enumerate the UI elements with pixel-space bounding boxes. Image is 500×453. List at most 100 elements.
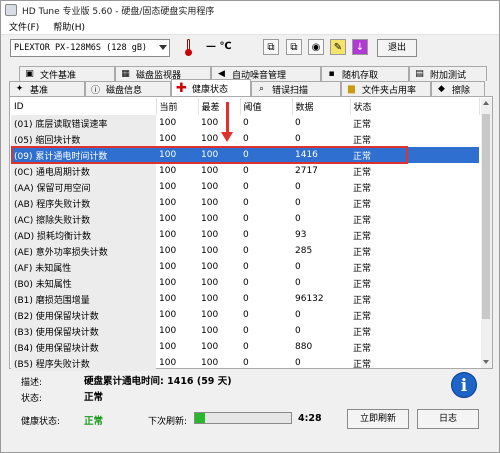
tab-erase[interactable]: ◆ 擦除 (431, 81, 485, 96)
table-header: ID 当前 最差 阈值 数据 状态 (11, 98, 480, 115)
health-status-value: 正常 (84, 416, 104, 427)
table-row[interactable]: (AA) 保留可用空间 100 100 0 0 正常 (11, 179, 479, 195)
tab-health[interactable]: ✚ 健康状态 (171, 79, 251, 96)
table-scrollbar[interactable] (481, 98, 492, 368)
tab-error-scan[interactable]: ⌕ 错误扫描 (251, 81, 341, 96)
table-cell: 0 (295, 198, 301, 208)
window-title: HD Tune 专业版 5.60 - 硬盘/固态硬盘实用程序 (22, 6, 215, 17)
table-cell: 100 (159, 326, 177, 336)
annotation-highlight-box (11, 146, 408, 164)
table-row[interactable]: (B3) 使用保留块计数 100 100 0 0 正常 (11, 323, 479, 339)
temperature-readout: — ℃ (206, 41, 232, 52)
table-cell: (B5) 程序失败计数 (11, 355, 156, 371)
table-cell: 0 (243, 310, 249, 320)
options-icon[interactable]: ✎ (330, 39, 346, 55)
copy-icon[interactable]: ⧉ (263, 39, 279, 55)
table-cell: 0 (243, 134, 249, 144)
table-row[interactable]: (AE) 意外功率损失计数 100 100 0 285 正常 (11, 243, 479, 259)
table-cell: (AA) 保留可用空间 (11, 179, 156, 195)
column-header[interactable]: ID (11, 98, 157, 115)
table-row[interactable]: (B1) 磨损范围增量 100 100 0 96132 正常 (11, 291, 479, 307)
menu-file[interactable]: 文件(F) (9, 20, 39, 33)
tab-random-access[interactable]: ▪ 随机存取 (321, 66, 409, 81)
table-cell: 0 (243, 166, 249, 176)
table-cell: 正常 (353, 183, 372, 194)
table-cell: 100 (159, 342, 177, 352)
table-row[interactable]: (B0) 未知属性 100 100 0 0 正常 (11, 275, 479, 291)
table-row[interactable]: (B5) 程序失败计数 100 100 0 0 正常 (11, 355, 479, 371)
column-header[interactable]: 状态 (350, 98, 480, 115)
table-cell: (B4) 使用保留块计数 (11, 339, 156, 355)
table-cell: 正常 (353, 327, 372, 338)
info-small-icon: ⓘ (90, 85, 100, 96)
table-cell: 100 (159, 230, 177, 240)
column-header[interactable]: 数据 (292, 98, 351, 115)
table-cell: 100 (201, 118, 219, 128)
table-cell: 100 (201, 214, 219, 224)
table-row[interactable]: (B2) 使用保留块计数 100 100 0 0 正常 (11, 307, 479, 323)
drive-select[interactable]: PLEXTOR PX-128M6S (128 gB) (10, 39, 170, 57)
scroll-up-icon[interactable] (483, 101, 489, 105)
camera-icon[interactable]: ◉ (308, 39, 324, 55)
table-cell: (01) 底层读取错误速率 (11, 115, 156, 131)
table-cell: 100 (159, 182, 177, 192)
table-cell: 正常 (353, 119, 372, 130)
scroll-thumb[interactable] (482, 114, 490, 319)
copy-all-icon[interactable]: ⧉ (286, 39, 302, 55)
table-cell: 正常 (353, 359, 372, 370)
monitor-icon: ▦ (121, 69, 130, 79)
table-cell: 0 (295, 278, 301, 288)
table-cell: (AC) 擦除失败计数 (11, 211, 156, 227)
table-row[interactable]: (05) 缩回块计数 100 100 0 0 正常 (11, 131, 479, 147)
table-cell: 0 (243, 182, 249, 192)
table-cell: 100 (159, 166, 177, 176)
main-window: HD Tune 专业版 5.60 - 硬盘/固态硬盘实用程序 文件(F) 帮助(… (0, 0, 500, 453)
column-header[interactable]: 当前 (156, 98, 199, 115)
table-cell: 100 (159, 134, 177, 144)
random-icon: ▪ (328, 69, 335, 79)
table-cell: (05) 缩回块计数 (11, 131, 156, 147)
table-row[interactable]: (AB) 程序失败计数 100 100 0 0 正常 (11, 195, 479, 211)
table-cell: 0 (243, 342, 249, 352)
health-status-label: 健康状态: (21, 417, 61, 427)
table-row[interactable]: (0C) 通电周期计数 100 100 0 2717 正常 (11, 163, 479, 179)
table-cell: 93 (295, 230, 307, 240)
table-row[interactable]: (AF) 未知属性 100 100 0 0 正常 (11, 259, 479, 275)
save-icon[interactable]: ↓ (352, 39, 368, 55)
table-row[interactable]: (01) 底层读取错误速率 100 100 0 0 正常 (11, 115, 479, 131)
info-icon[interactable]: i (451, 372, 477, 398)
menu-help[interactable]: 帮助(H) (53, 20, 85, 33)
health-cross-icon: ✚ (176, 80, 187, 96)
table-cell: 100 (159, 278, 177, 288)
status-value: 正常 (84, 392, 104, 403)
table-cell: 0 (243, 358, 249, 368)
table-cell: 880 (295, 342, 313, 352)
magnifier-icon: ⌕ (258, 84, 265, 94)
tab-disk-info[interactable]: ⓘ 磁盘信息 (85, 81, 171, 96)
table-cell: 正常 (353, 135, 372, 146)
table-cell: 100 (159, 214, 177, 224)
table-cell: 正常 (353, 343, 372, 354)
table-cell: 0 (295, 118, 301, 128)
table-cell: 0 (295, 310, 301, 320)
tabs-row-2: ✦ 基准 ⓘ 磁盘信息 ✚ 健康状态 ⌕ 错误扫描 ▆ 文件夹占用率 ◆ 擦除 (9, 79, 485, 96)
tab-folder-usage[interactable]: ▆ 文件夹占用率 (341, 81, 431, 96)
table-row[interactable]: (AD) 损耗均衡计数 100 100 0 93 正常 (11, 227, 479, 243)
column-header[interactable]: 阈值 (240, 98, 293, 115)
tab-benchmark[interactable]: ✦ 基准 (9, 81, 85, 96)
table-row[interactable]: (B4) 使用保留块计数 100 100 0 880 正常 (11, 339, 479, 355)
refresh-now-button[interactable]: 立即刷新 (347, 409, 409, 429)
scroll-down-icon[interactable] (483, 360, 489, 364)
table-cell: (B2) 使用保留块计数 (11, 307, 156, 323)
table-cell: 100 (201, 246, 219, 256)
tab-extra-tests[interactable]: ▤ 附加测试 (409, 66, 487, 81)
table-cell: 正常 (353, 231, 372, 242)
exit-button[interactable]: 退出 (377, 39, 417, 57)
table-cell: 0 (243, 278, 249, 288)
column-header[interactable]: 最差 (198, 98, 241, 115)
tab-file-benchmark[interactable]: ▣ 文件基准 (19, 66, 115, 81)
table-row[interactable]: (AC) 擦除失败计数 100 100 0 0 正常 (11, 211, 479, 227)
log-button[interactable]: 日志 (417, 409, 479, 429)
table-cell: 0 (243, 262, 249, 272)
table-cell: 0 (295, 262, 301, 272)
